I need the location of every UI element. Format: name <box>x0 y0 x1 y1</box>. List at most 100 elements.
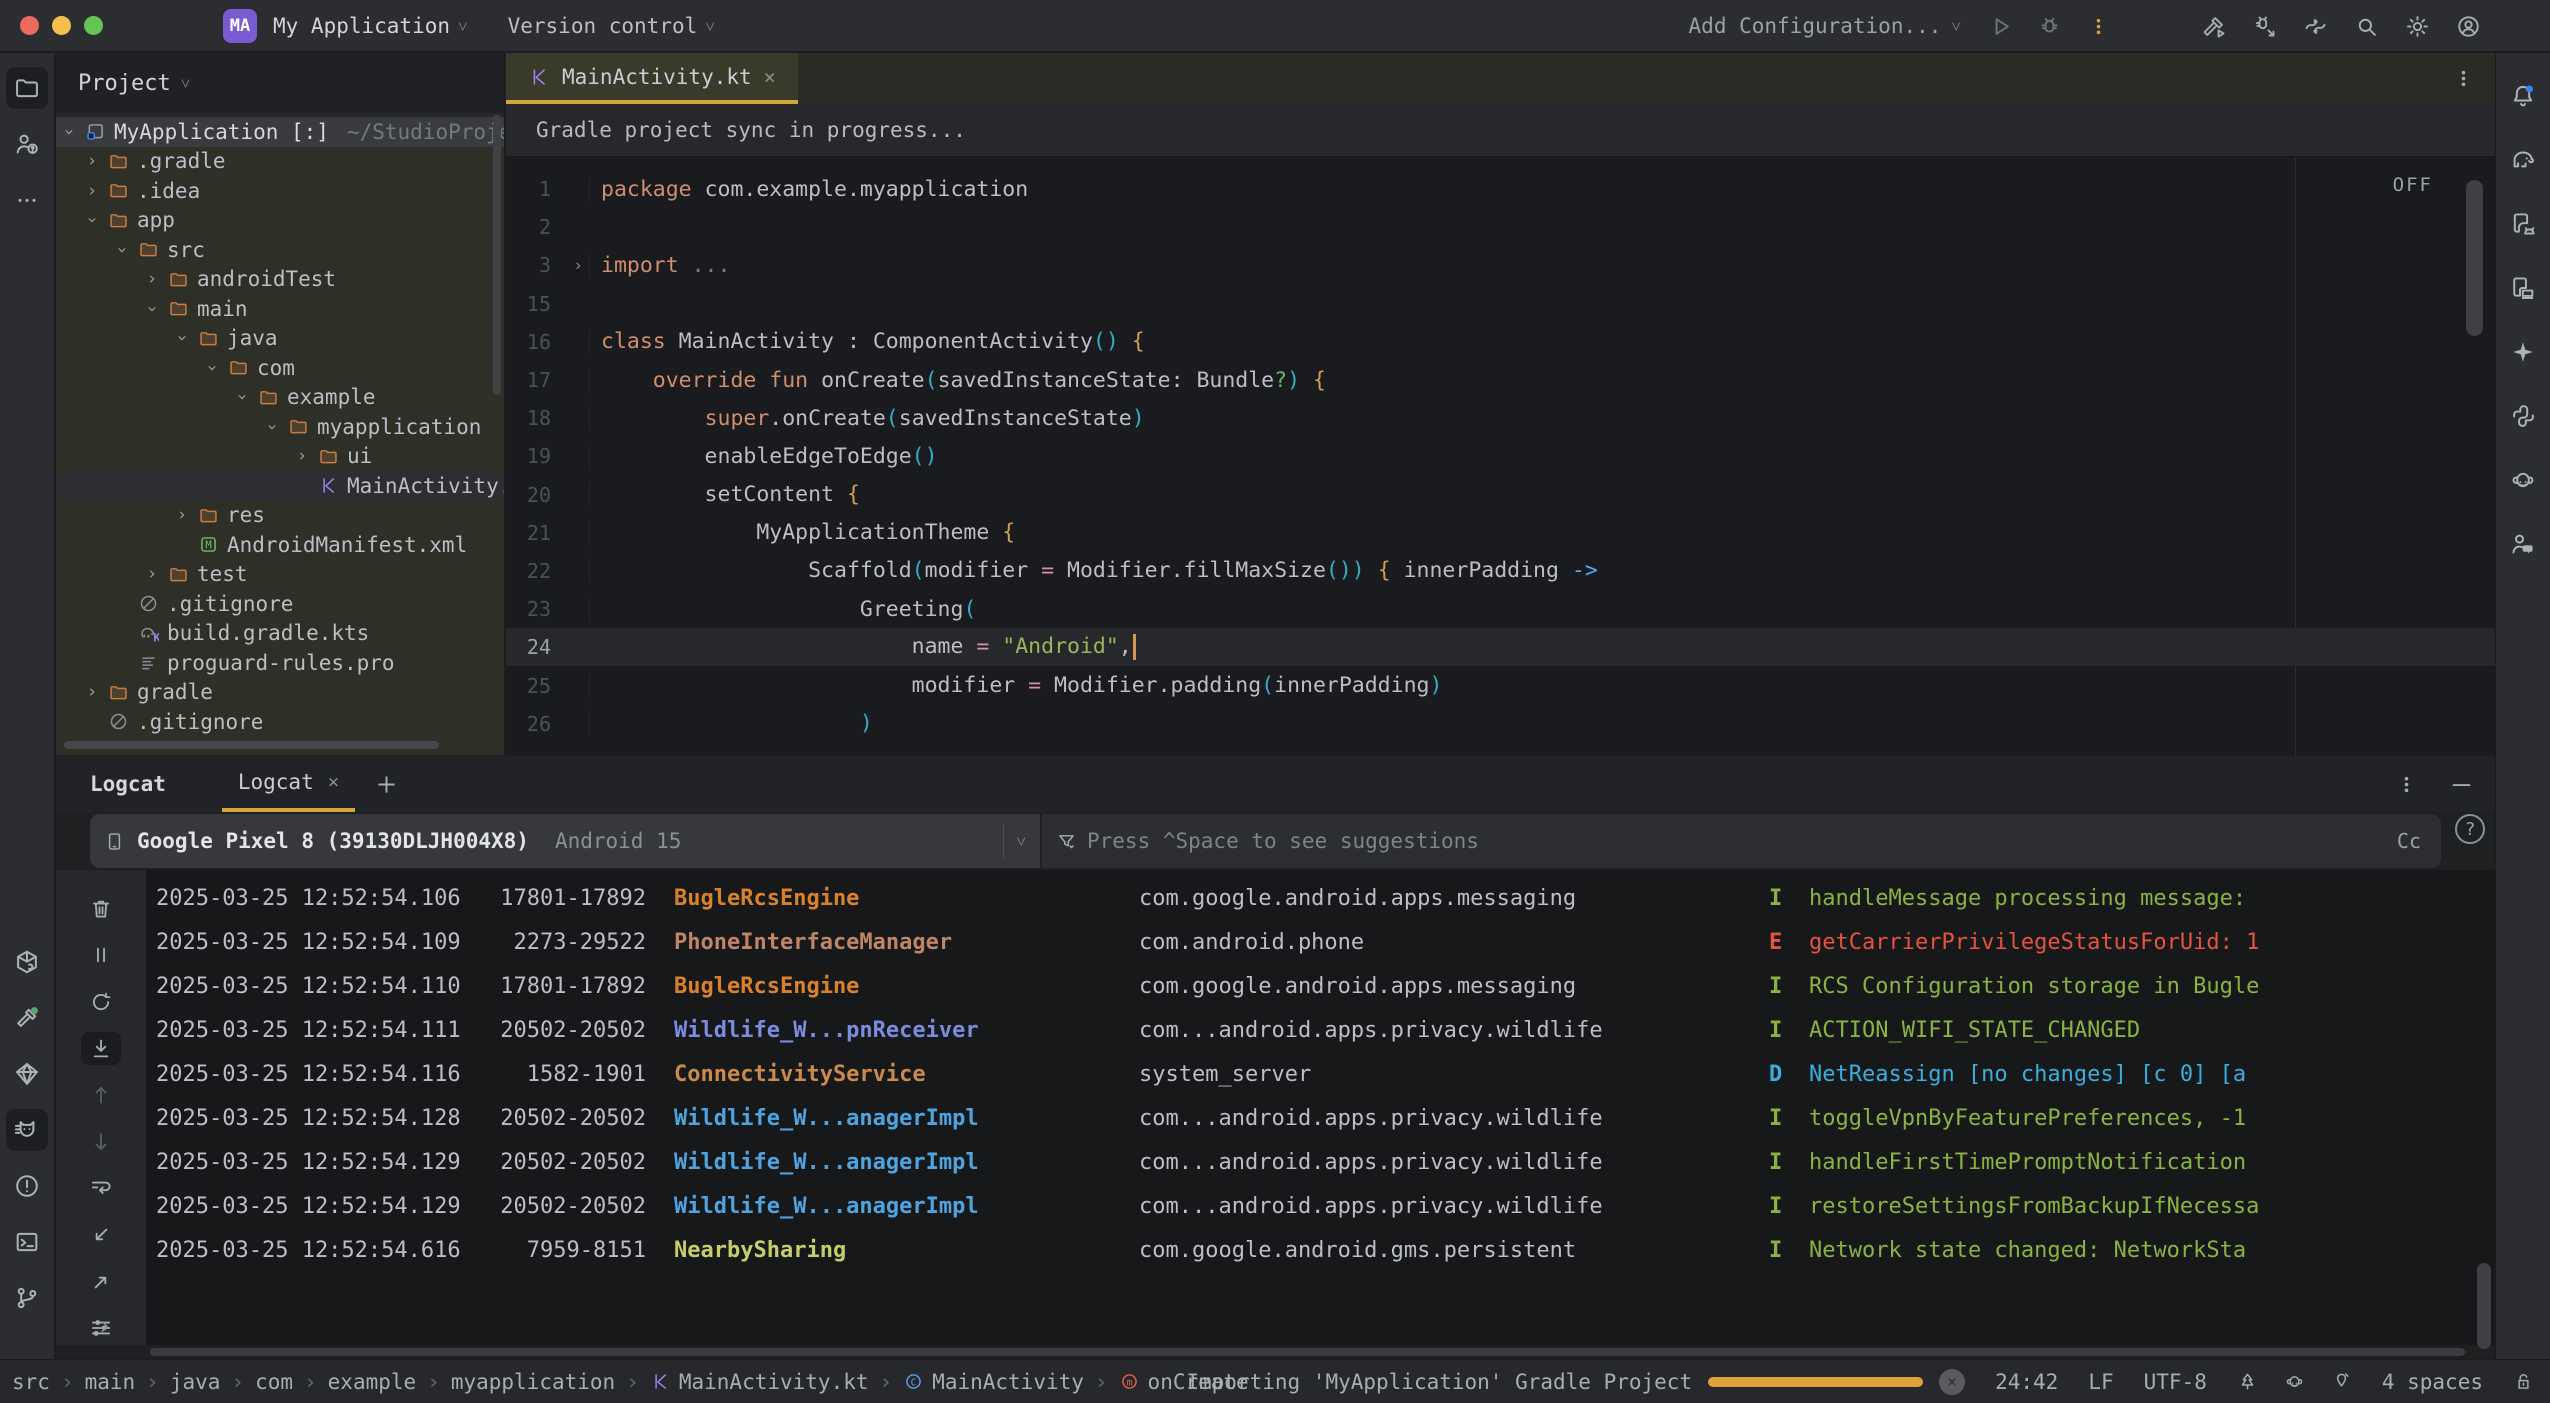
breadcrumb-java[interactable]: java <box>170 1370 221 1394</box>
code-editor[interactable]: 1package com.example.myapplication23›imp… <box>506 158 2495 755</box>
fold-chevron-icon[interactable]: › <box>573 256 583 275</box>
diamond-icon[interactable] <box>6 1053 48 1095</box>
more-horizontal-icon[interactable] <box>6 179 48 221</box>
tree-item-proguard-rules-pro[interactable]: proguard-rules.pro <box>56 648 504 678</box>
problems-icon[interactable] <box>6 1165 48 1207</box>
encoding-widget[interactable]: UTF-8 <box>2144 1370 2207 1394</box>
tree-chevron-icon[interactable]: › <box>262 414 282 440</box>
editor-options-kebab-icon[interactable] <box>2450 65 2477 92</box>
build-icon[interactable] <box>2200 13 2227 40</box>
tree-chevron-icon[interactable]: › <box>79 181 105 201</box>
python-icon[interactable] <box>2502 395 2544 437</box>
user-help-icon[interactable] <box>6 123 48 165</box>
attach-debugger-icon[interactable] <box>2251 13 2278 40</box>
breadcrumb-myapplication[interactable]: myapplication <box>451 1370 615 1394</box>
project-view-selector[interactable]: Project˅ <box>56 53 504 113</box>
code-line-18[interactable]: 18 super.onCreate(savedInstanceState) <box>506 399 2495 437</box>
editor-tab-mainactivity[interactable]: MainActivity.kt × <box>506 53 798 104</box>
tree-item-src[interactable]: ›src <box>56 235 504 265</box>
project-tree-vscrollbar[interactable] <box>493 115 501 395</box>
zoom-window-icon[interactable] <box>84 16 103 35</box>
tree-item--idea[interactable]: ›.idea <box>56 176 504 206</box>
code-line-17[interactable]: 17 override fun onCreate(savedInstanceSt… <box>506 361 2495 399</box>
tree-item-myapplication-[interactable]: ›MyApplication [:]~/StudioProjec <box>56 117 504 147</box>
run-configuration-selector[interactable]: Add Configuration...˅ <box>1689 14 1961 38</box>
sync-icon[interactable] <box>2302 13 2329 40</box>
tree-item--gradle[interactable]: ›.gradle <box>56 147 504 177</box>
tree-chevron-icon[interactable]: › <box>59 119 79 145</box>
search-icon[interactable] <box>2353 13 2380 40</box>
profile-icon[interactable] <box>2455 13 2482 40</box>
device-manager-icon[interactable] <box>2502 203 2544 245</box>
soft-wrap-icon[interactable] <box>81 1172 121 1206</box>
tree-item-java[interactable]: ›java <box>56 324 504 354</box>
tree-item-main[interactable]: ›main <box>56 294 504 324</box>
code-line-1[interactable]: 1package com.example.myapplication <box>506 170 2495 208</box>
tree-item-ui[interactable]: ›ui <box>56 442 504 472</box>
tree-chevron-icon[interactable]: › <box>169 505 195 525</box>
code-line-21[interactable]: 21 MyApplicationTheme { <box>506 514 2495 552</box>
indent-widget[interactable]: 4 spaces <box>2382 1370 2483 1394</box>
project-menu[interactable]: My Application˅ <box>273 14 468 38</box>
close-tab-icon[interactable]: × <box>764 65 776 89</box>
terminal-icon[interactable] <box>6 1221 48 1263</box>
running-devices-icon[interactable] <box>2502 267 2544 309</box>
tree-item-app[interactable]: ›app <box>56 206 504 236</box>
tree-item-myapplication[interactable]: ›myapplication <box>56 412 504 442</box>
tree-chevron-icon[interactable]: › <box>112 237 132 263</box>
match-case-toggle[interactable]: Cc <box>2397 829 2421 853</box>
tree-item-gradle[interactable]: ›gradle <box>56 678 504 708</box>
lock-open-icon[interactable] <box>2513 1371 2534 1392</box>
logcat-row[interactable]: 2025-03-25 12:52:54.12820502-20502Wildli… <box>146 1096 2495 1140</box>
tree-chevron-icon[interactable]: › <box>232 384 252 410</box>
project-tree-hscrollbar[interactable] <box>64 741 439 749</box>
logcat-row[interactable]: 2025-03-25 12:52:54.1161582-1901Connecti… <box>146 1052 2495 1096</box>
logcat-hscrollbar[interactable] <box>150 1348 2465 1356</box>
arrow-bottom-left-icon[interactable] <box>81 1218 121 1252</box>
arrow-top-right-icon[interactable] <box>81 1265 121 1299</box>
logcat-row[interactable]: 2025-03-25 12:52:54.11017801-17892BugleR… <box>146 964 2495 1008</box>
settings-gear-icon[interactable] <box>2404 13 2431 40</box>
code-line-15[interactable]: 15 <box>506 285 2495 323</box>
arrow-down-icon[interactable] <box>81 1125 121 1159</box>
breadcrumb-com[interactable]: com <box>255 1370 293 1394</box>
copilot-icon[interactable] <box>2502 459 2544 501</box>
tree-chevron-icon[interactable]: › <box>82 207 102 233</box>
logcat-row[interactable]: 2025-03-25 12:52:54.6167959-8151NearbySh… <box>146 1228 2495 1272</box>
toolbar-overflow-chevron-icon[interactable] <box>94 1316 115 1337</box>
cancel-progress-icon[interactable]: × <box>1939 1369 1965 1395</box>
logcat-vscrollbar[interactable] <box>2477 1263 2491 1349</box>
tree-item-build-gradle-kts[interactable]: Kbuild.gradle.kts <box>56 619 504 649</box>
code-line-20[interactable]: 20 setContent { <box>506 476 2495 514</box>
python-package-icon[interactable] <box>6 941 48 983</box>
tree-item--gitignore[interactable]: .gitignore <box>56 707 504 737</box>
tree-item-res[interactable]: ›res <box>56 501 504 531</box>
pause-icon[interactable] <box>81 939 121 973</box>
logcat-options-kebab-icon[interactable] <box>2393 771 2420 798</box>
assistant-chat-icon[interactable] <box>2502 523 2544 565</box>
code-line-22[interactable]: 22 Scaffold(modifier = Modifier.fillMaxS… <box>506 552 2495 590</box>
hide-tool-window-icon[interactable] <box>2448 771 2475 798</box>
minimize-window-icon[interactable] <box>52 16 71 35</box>
logcat-row[interactable]: 2025-03-25 12:52:54.12920502-20502Wildli… <box>146 1184 2495 1228</box>
tree-item-mainactivity-kt[interactable]: MainActivity.kt <box>56 471 504 501</box>
run-icon[interactable] <box>1987 13 2014 40</box>
build-hammer-icon[interactable] <box>6 997 48 1039</box>
code-line-16[interactable]: 16class MainActivity : ComponentActivity… <box>506 323 2495 361</box>
gradle-elephant-icon[interactable] <box>2502 139 2544 181</box>
tree-item-com[interactable]: ›com <box>56 353 504 383</box>
notifications-bell-icon[interactable] <box>2502 75 2544 117</box>
pin-icon[interactable] <box>2331 1371 2352 1392</box>
tree-item--gitignore[interactable]: .gitignore <box>56 589 504 619</box>
code-line-24[interactable]: 24 name = "Android", <box>506 628 2495 666</box>
code-line-25[interactable]: 25 modifier = Modifier.padding(innerPadd… <box>506 666 2495 704</box>
tree-item-androidmanifest-xml[interactable]: MAndroidManifest.xml <box>56 530 504 560</box>
tree-chevron-icon[interactable]: › <box>142 296 162 322</box>
tree-chevron-icon[interactable]: › <box>172 325 192 351</box>
logcat-row[interactable]: 2025-03-25 12:52:54.12920502-20502Wildli… <box>146 1140 2495 1184</box>
restart-icon[interactable] <box>81 985 121 1019</box>
version-control-branch-icon[interactable] <box>6 1277 48 1319</box>
breadcrumb-mainactivity-kt[interactable]: MainActivity.kt <box>650 1370 869 1394</box>
tree-chevron-icon[interactable]: › <box>79 151 105 171</box>
code-line-2[interactable]: 2 <box>506 208 2495 246</box>
